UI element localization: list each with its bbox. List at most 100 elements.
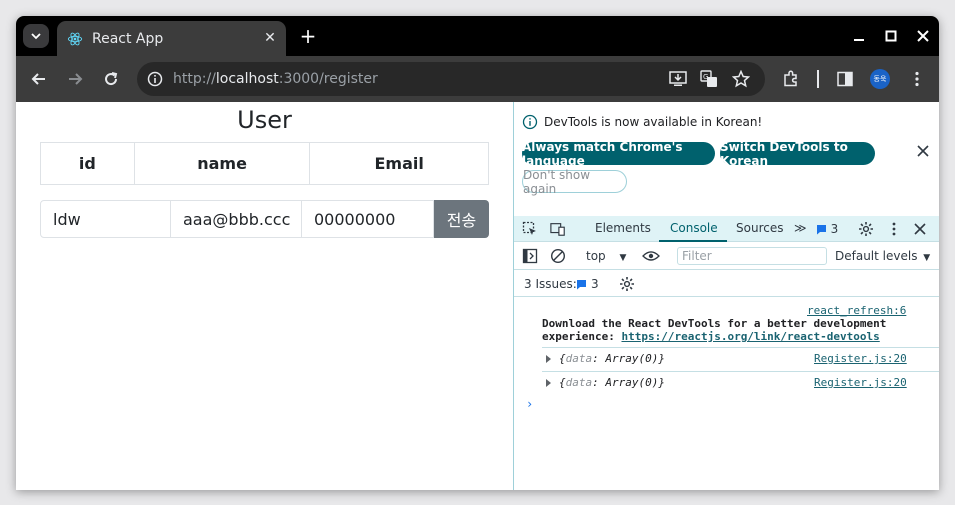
header-email: Email [309,142,489,185]
page-title: User [237,106,292,134]
log-separator [542,347,939,348]
issues-badge-count: 3 [830,222,839,236]
chevron-down-icon: ▼ [619,253,627,263]
url-host: localhost [215,71,279,87]
console-prompt-icon[interactable]: › [526,397,533,411]
reload-icon [105,72,118,86]
tab-title: React App [92,30,164,47]
browser-toolbar: http://localhost:3000/register G 동욱 [16,56,939,102]
expand-triangle-icon[interactable] [546,379,551,387]
tab-console[interactable]: Console [670,221,718,235]
log-source-register-1[interactable]: Register.js:20 [814,352,907,365]
dont-show-again-button[interactable]: Don't show again [522,168,627,196]
issues-label: 3 Issues: [524,277,577,291]
issues-bar[interactable]: 3 Issues: 3 [514,270,939,297]
id-input[interactable]: ldw [40,200,171,238]
inspect-element-icon[interactable] [522,221,538,237]
log-message-react-devtools: Download the React DevTools for a better… [542,317,922,343]
forward-button[interactable] [63,67,87,91]
install-app-button[interactable] [668,69,688,89]
header-id: id [40,142,135,185]
arrow-left-icon [31,73,45,85]
console-filter-input[interactable]: Filter [677,247,827,265]
settings-icon[interactable] [619,276,635,292]
log-object-key: data [565,352,593,365]
register-page: User id name Email ldw aaa@bbb.ccc 00000… [16,102,513,490]
table-header-row: id name Email [40,142,489,185]
install-app-icon [669,71,687,86]
issues-count: 3 [591,277,599,291]
profile-avatar[interactable]: 동욱 [870,69,890,89]
maximize-button[interactable] [879,25,903,47]
back-button[interactable] [27,67,51,91]
console-toolbar: top ▼ Filter Default levels ▼ [514,243,939,270]
side-panel-icon [837,71,853,87]
star-icon [732,70,750,88]
log-levels-label: Default levels [835,249,918,263]
sidebar-toggle-icon[interactable] [522,248,538,264]
tab-sources[interactable]: Sources [736,221,783,235]
address-bar[interactable]: http://localhost:3000/register G [137,62,765,96]
console-log-area: react_refresh:6 Download the React DevTo… [514,297,939,490]
issues-badge[interactable]: 3 [813,221,841,237]
expand-triangle-icon[interactable] [546,355,551,363]
svg-text:G: G [703,73,708,81]
tab-search-button[interactable] [23,24,49,48]
react-devtools-link[interactable]: https://reactjs.org/link/react-devtools [621,330,879,343]
browser-menu-button[interactable] [906,68,928,90]
log-message-line1: Download the React DevTools for a better… [542,317,887,330]
maximize-icon [885,30,897,42]
log-separator [542,371,939,372]
settings-icon[interactable] [858,221,874,237]
react-logo-icon [67,32,83,45]
tab-react-app[interactable]: React App ✕ [57,21,286,56]
devtools-language-infobar: DevTools is now available in Korean! Alw… [514,102,939,216]
translate-button[interactable]: G [699,69,719,89]
log-source-react-refresh[interactable]: react_refresh:6 [807,304,906,317]
url-text: http://localhost:3000/register [173,71,378,87]
close-window-button[interactable] [911,25,935,47]
device-toolbar-icon[interactable] [550,221,566,237]
log-object-2[interactable]: {data: Array(0)} [559,376,665,389]
chevron-down-icon: ▼ [923,253,931,263]
log-object-value: Array(0) [605,352,659,365]
clear-console-icon[interactable] [550,248,566,264]
reload-button[interactable] [99,67,123,91]
extensions-button[interactable] [780,68,802,90]
email-input[interactable]: 00000000 [302,200,434,238]
name-input[interactable]: aaa@bbb.ccc [171,200,302,238]
context-selector[interactable]: top ▼ [586,249,626,263]
devtools-menu-icon[interactable] [886,221,902,237]
tab-elements[interactable]: Elements [595,221,651,235]
browser-window: React App ✕ + http://localhost:3000/regi… [16,16,939,490]
minimize-button[interactable] [847,25,871,47]
log-object-key: data [565,376,593,389]
log-levels-dropdown[interactable]: Default levels ▼ [835,249,930,263]
always-match-language-button[interactable]: Always match Chrome's language [522,140,715,168]
tab-close-icon[interactable]: ✕ [262,30,278,46]
bookmark-button[interactable] [731,69,751,89]
info-icon [522,114,538,130]
chevron-down-icon [31,33,41,40]
devtools-panel: DevTools is now available in Korean! Alw… [513,102,939,490]
user-form: ldw aaa@bbb.ccc 00000000 전송 [40,200,489,238]
new-tab-button[interactable]: + [298,26,318,46]
devtools-tab-bar: Elements Console Sources ≫ 3 [514,216,939,242]
log-object-1[interactable]: {data: Array(0)} [559,352,665,365]
submit-button[interactable]: 전송 [434,200,489,238]
close-devtools-icon[interactable] [912,221,928,237]
switch-to-korean-button[interactable]: Switch DevTools to Korean [720,140,875,168]
close-icon [917,30,929,42]
site-info-button[interactable] [143,67,167,91]
log-source-register-2[interactable]: Register.js:20 [814,376,907,389]
live-expression-icon[interactable] [641,248,661,264]
issue-message-icon [816,224,826,234]
close-icon[interactable] [916,144,930,158]
info-icon [147,71,163,87]
log-object-value: Array(0) [605,376,659,389]
more-tabs-button[interactable]: ≫ [794,221,807,235]
user-table: id name Email [40,142,489,185]
side-panel-button[interactable] [834,68,856,90]
log-message-line2-prefix: experience: [542,330,622,343]
infobar-message: DevTools is now available in Korean! [544,115,763,129]
